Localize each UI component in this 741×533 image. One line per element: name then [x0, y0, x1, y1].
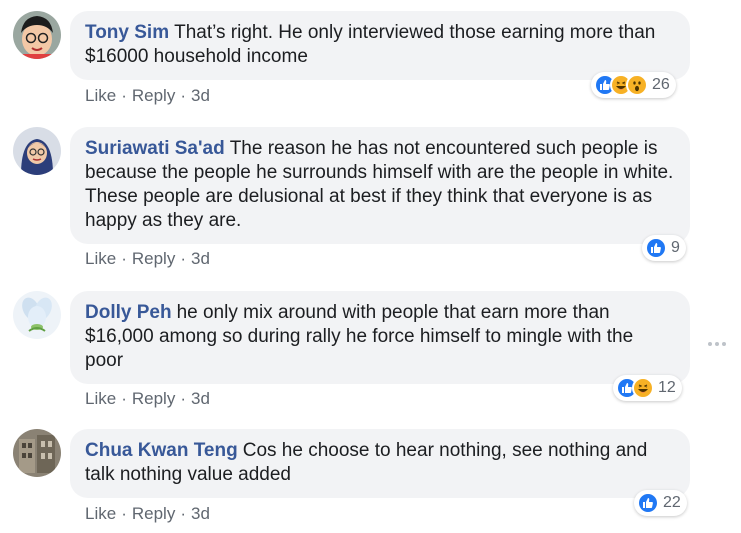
avatar[interactable] [13, 11, 61, 59]
comment-bubble: Chua Kwan Teng Cos he choose to hear noth… [70, 429, 690, 498]
reaction-count: 9 [671, 239, 680, 256]
reaction-count: 26 [652, 76, 670, 93]
like-icon [645, 237, 667, 259]
timestamp[interactable]: 3d [191, 86, 210, 105]
separator: · [180, 504, 186, 523]
comment-actions: Like · Reply · 3d [85, 86, 210, 106]
more-horizontal-icon[interactable] [707, 330, 727, 353]
reply-link[interactable]: Reply [132, 86, 175, 105]
avatar[interactable] [13, 429, 61, 477]
author-name[interactable]: Tony Sim [85, 22, 169, 43]
timestamp[interactable]: 3d [191, 249, 210, 268]
separator: · [180, 86, 186, 105]
like-link[interactable]: Like [85, 86, 116, 105]
comment-actions: Like · Reply · 3d [85, 389, 210, 409]
comment-bubble: Suriawati Sa'ad The reason he has not enc… [70, 127, 690, 244]
reactions-summary[interactable]: 9 [642, 235, 686, 261]
separator: · [180, 389, 186, 408]
reaction-count: 12 [658, 379, 676, 396]
separator: · [180, 249, 186, 268]
like-link[interactable]: Like [85, 389, 116, 408]
author-name[interactable]: Suriawati Sa'ad [85, 138, 225, 159]
reaction-count: 22 [663, 494, 681, 511]
comment-bubble: Tony Sim That’s right. He only interviewe… [70, 11, 690, 80]
like-icon [637, 492, 659, 514]
reactions-summary[interactable]: 22 [634, 490, 687, 516]
avatar[interactable] [13, 291, 61, 339]
comment-actions: Like · Reply · 3d [85, 249, 210, 269]
separator: · [121, 389, 127, 408]
reply-link[interactable]: Reply [132, 504, 175, 523]
wow-icon [626, 74, 648, 96]
timestamp[interactable]: 3d [191, 389, 210, 408]
separator: · [121, 504, 127, 523]
timestamp[interactable]: 3d [191, 504, 210, 523]
reactions-summary[interactable]: 12 [613, 375, 682, 401]
haha-icon [632, 377, 654, 399]
separator: · [121, 86, 127, 105]
comment-text: That’s right. He only interviewed those … [85, 22, 656, 67]
like-link[interactable]: Like [85, 249, 116, 268]
separator: · [121, 249, 127, 268]
author-name[interactable]: Chua Kwan Teng [85, 440, 238, 461]
comment-actions: Like · Reply · 3d [85, 504, 210, 524]
avatar[interactable] [13, 127, 61, 175]
like-link[interactable]: Like [85, 504, 116, 523]
reactions-summary[interactable]: 26 [591, 72, 676, 98]
author-name[interactable]: Dolly Peh [85, 302, 172, 323]
reply-link[interactable]: Reply [132, 249, 175, 268]
comment-bubble: Dolly Peh he only mix around with people … [70, 291, 690, 384]
reply-link[interactable]: Reply [132, 389, 175, 408]
